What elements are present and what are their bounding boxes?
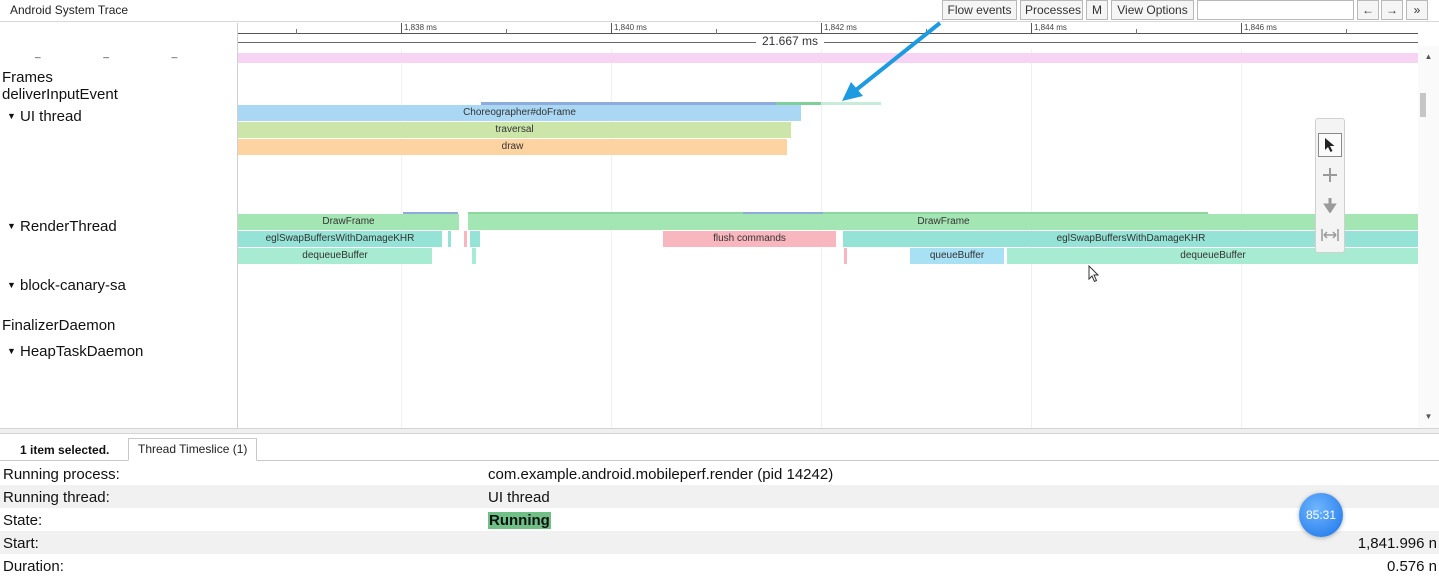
slice-small[interactable] bbox=[464, 231, 467, 247]
detail-key: Running process: bbox=[3, 466, 120, 483]
ruler-minor-tick bbox=[716, 29, 717, 34]
slice-choreographer-doframe[interactable]: Choreographer#doFrame bbox=[238, 105, 801, 121]
state-running-badge: Running bbox=[488, 512, 551, 529]
m-button[interactable]: M bbox=[1086, 0, 1108, 20]
track-label-deliver-input-event[interactable]: deliverInputEvent bbox=[2, 86, 118, 103]
window-title: Android System Trace bbox=[10, 3, 129, 17]
timing-range-icon[interactable] bbox=[1318, 223, 1342, 247]
detail-row-state: State: Running bbox=[0, 508, 1439, 531]
ruler-minor-tick bbox=[296, 29, 297, 34]
track-label-finalizer-daemon[interactable]: FinalizerDaemon bbox=[2, 317, 115, 334]
selection-span-line bbox=[238, 42, 1418, 43]
track-label-heap-task-daemon[interactable]: ▼ HeapTaskDaemon bbox=[2, 343, 143, 360]
detail-value[interactable]: com.example.android.mobileperf.render (p… bbox=[488, 466, 833, 483]
ruler-tick bbox=[821, 23, 822, 34]
tab-thread-timeslice[interactable]: Thread Timeslice (1) bbox=[128, 438, 258, 461]
expand-triangle-icon[interactable]: ▼ bbox=[2, 280, 20, 290]
ruler-tick-label: 1,846 ms bbox=[1244, 23, 1277, 32]
slice-drawframe[interactable]: DrawFrame bbox=[238, 214, 459, 230]
selection-span-label: 21.667 ms bbox=[756, 34, 825, 48]
detail-row-duration: Duration: 0.576 n bbox=[0, 554, 1439, 577]
ruler-tick-label: 1,840 ms bbox=[614, 23, 647, 32]
more-button[interactable]: » bbox=[1406, 0, 1428, 20]
track-label-render-thread[interactable]: ▼ RenderThread bbox=[2, 218, 117, 235]
track-label-block-canary[interactable]: ▼ block-canary-sa bbox=[2, 277, 126, 294]
track-label-frames[interactable]: Frames bbox=[2, 69, 53, 86]
detail-row-start: Start: 1,841.996 n bbox=[0, 531, 1439, 554]
detail-value: Running bbox=[488, 512, 551, 529]
track-label-text: RenderThread bbox=[20, 218, 117, 235]
zoom-icon[interactable] bbox=[1318, 193, 1342, 217]
search-input[interactable] bbox=[1197, 0, 1354, 20]
nav-right-button[interactable]: → bbox=[1381, 0, 1403, 20]
slice-drawframe[interactable]: DrawFrame bbox=[468, 214, 1418, 230]
detail-value: 1,841.996 n bbox=[1357, 535, 1437, 552]
slice-dequeue-buffer[interactable]: dequeueBuffer bbox=[1007, 248, 1418, 264]
title-bar: Android System Trace Flow events Process… bbox=[0, 0, 1439, 22]
pan-move-icon[interactable] bbox=[1318, 163, 1342, 187]
slice-draw[interactable]: draw bbox=[238, 139, 787, 155]
scroll-down-icon[interactable]: ▼ bbox=[1418, 412, 1439, 421]
track-label-text: HeapTaskDaemon bbox=[20, 343, 144, 360]
detail-key: Running thread: bbox=[3, 489, 110, 506]
detail-key: Duration: bbox=[3, 558, 64, 575]
slice-queue-buffer[interactable]: queueBuffer bbox=[910, 248, 1004, 264]
flow-events-button[interactable]: Flow events bbox=[942, 0, 1017, 20]
mouse-cursor-icon bbox=[1088, 265, 1100, 283]
annotation-arrow-icon bbox=[842, 21, 942, 101]
processes-button[interactable]: Processes bbox=[1020, 0, 1083, 20]
track-label-text: block-canary-sa bbox=[20, 277, 126, 294]
floating-timer-badge[interactable]: 85:31 bbox=[1299, 493, 1343, 537]
select-pointer-icon[interactable] bbox=[1318, 133, 1342, 157]
collapsed-marks: _ _ _ bbox=[35, 48, 208, 59]
ruler-tick bbox=[401, 23, 402, 34]
tool-palette bbox=[1315, 118, 1345, 253]
detail-key: Start: bbox=[3, 535, 39, 552]
timeline-area[interactable]: 1,838 ms 1,840 ms 1,842 ms 1,844 ms 1,84… bbox=[237, 23, 1418, 428]
ruler-minor-tick bbox=[1136, 29, 1137, 34]
ruler-tick-label: 1,838 ms bbox=[404, 23, 437, 32]
scroll-up-icon[interactable]: ▲ bbox=[1418, 52, 1439, 61]
detail-value[interactable]: UI thread bbox=[488, 489, 550, 506]
slice-small[interactable] bbox=[844, 248, 847, 264]
slice-egl-swap-buffers[interactable]: eglSwapBuffersWithDamageKHR bbox=[238, 231, 442, 247]
ruler-tick bbox=[611, 23, 612, 34]
detail-key: State: bbox=[3, 512, 43, 529]
track-label-text: UI thread bbox=[20, 108, 82, 125]
frames-band[interactable] bbox=[238, 53, 1418, 63]
nav-left-button[interactable]: ← bbox=[1357, 0, 1379, 20]
detail-row-process: Running process: com.example.android.mob… bbox=[0, 462, 1439, 485]
ruler-minor-tick bbox=[1346, 29, 1347, 34]
slice-small[interactable] bbox=[448, 231, 451, 247]
slice-small[interactable] bbox=[472, 248, 476, 264]
slice-dequeue-buffer[interactable]: dequeueBuffer bbox=[238, 248, 432, 264]
ruler-tick bbox=[1241, 23, 1242, 34]
view-options-button[interactable]: View Options bbox=[1111, 0, 1194, 20]
ruler-tick bbox=[1031, 23, 1032, 34]
track-label-ui-thread[interactable]: ▼ UI thread bbox=[2, 108, 82, 125]
slice-small[interactable] bbox=[470, 231, 480, 247]
expand-triangle-icon[interactable]: ▼ bbox=[2, 111, 20, 121]
ruler-minor-tick bbox=[506, 29, 507, 34]
track-labels: _ _ _ Frames deliverInputEvent ▼ UI threa… bbox=[0, 23, 237, 428]
detail-row-thread: Running thread: UI thread bbox=[0, 485, 1439, 508]
selected-count-label: 1 item selected. bbox=[20, 443, 110, 457]
slice-traversal[interactable]: traversal bbox=[238, 122, 791, 138]
slice-flush-commands[interactable]: flush commands bbox=[663, 231, 836, 247]
ruler-tick-label: 1,844 ms bbox=[1034, 23, 1067, 32]
details-tabstrip: 1 item selected. Thread Timeslice (1) bbox=[0, 434, 1439, 461]
detail-value: 0.576 n bbox=[1386, 558, 1437, 575]
scroll-thumb[interactable] bbox=[1420, 93, 1426, 117]
expand-triangle-icon[interactable]: ▼ bbox=[2, 346, 20, 356]
expand-triangle-icon[interactable]: ▼ bbox=[2, 221, 20, 231]
